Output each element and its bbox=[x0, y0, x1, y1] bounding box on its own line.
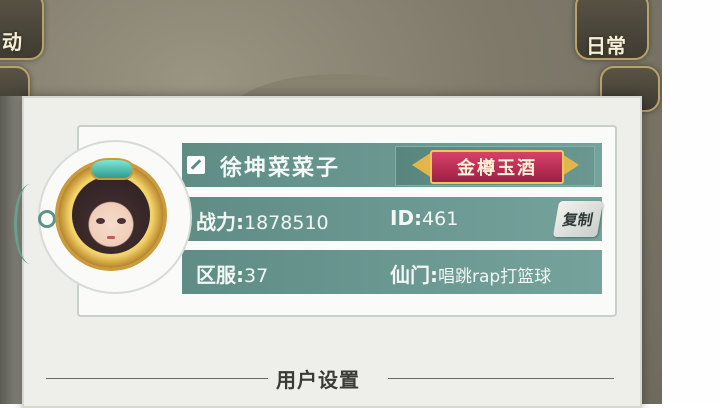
id-label: ID: bbox=[390, 206, 423, 230]
row-divider bbox=[182, 191, 602, 193]
power-label: 战力: bbox=[196, 210, 244, 234]
sect-value: 唱跳rap打篮球 bbox=[438, 267, 552, 287]
section-divider-right bbox=[388, 378, 614, 379]
server-label: 区服: bbox=[196, 263, 244, 287]
title-badge[interactable]: 金樽玉酒 bbox=[430, 150, 564, 184]
copy-button[interactable]: 复制 bbox=[552, 201, 604, 237]
daily-hud-label: 日常 bbox=[586, 34, 626, 58]
power-stat: 战力:1878510 bbox=[196, 206, 329, 235]
knot-decoration bbox=[38, 210, 56, 228]
avatar-crown-ornament bbox=[92, 160, 132, 178]
id-value: 461 bbox=[422, 208, 459, 230]
pencil-icon[interactable] bbox=[187, 156, 205, 174]
section-divider-left bbox=[46, 378, 268, 379]
avatar-mouth bbox=[107, 236, 115, 239]
user-settings-title: 用户设置 bbox=[276, 368, 360, 392]
power-value: 1878510 bbox=[244, 212, 329, 234]
activity-hud-label: 动 bbox=[2, 30, 22, 54]
avatar-eye bbox=[96, 218, 105, 224]
row-divider bbox=[182, 245, 602, 247]
avatar[interactable] bbox=[72, 176, 150, 254]
server-stat: 区服:37 bbox=[196, 259, 268, 288]
server-value: 37 bbox=[244, 265, 269, 287]
screen-margin bbox=[662, 0, 720, 404]
sect-stat: 仙门:唱跳rap打篮球 bbox=[390, 259, 551, 288]
sect-label: 仙门: bbox=[390, 263, 438, 287]
avatar-eye bbox=[117, 218, 126, 224]
player-name: 徐坤菜菜子 bbox=[220, 156, 341, 181]
badge-wing-left bbox=[412, 152, 432, 178]
id-stat: ID:461 bbox=[390, 206, 458, 230]
